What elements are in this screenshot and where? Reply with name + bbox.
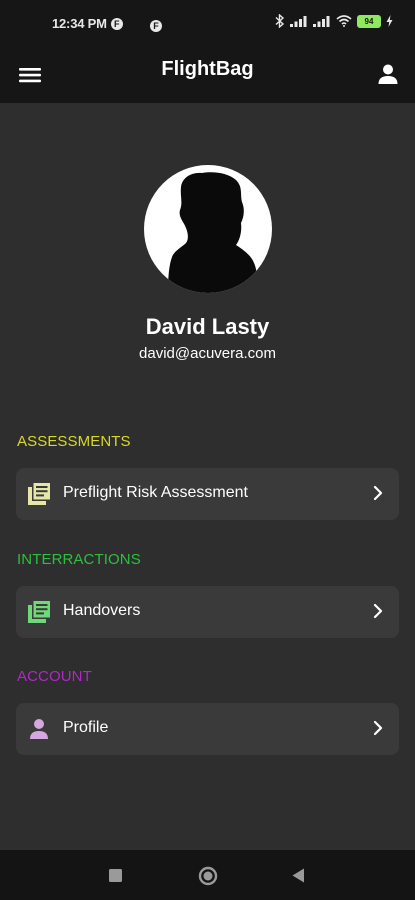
user-email: david@acuvera.com [139, 345, 276, 362]
chevron-right-icon [373, 603, 383, 619]
avatar [144, 165, 272, 293]
status-bar: 12:34 PM F F 94 [0, 0, 415, 48]
account-button[interactable] [375, 61, 401, 87]
status-mid: F [150, 16, 162, 34]
chevron-right-icon [373, 720, 383, 736]
battery-icon: 94 [357, 14, 381, 28]
recents-square-icon[interactable] [109, 869, 122, 882]
status-left: 12:34 PM F [52, 16, 123, 31]
person-icon [30, 719, 48, 739]
signal-icon [313, 16, 330, 27]
system-nav-bar [0, 850, 415, 900]
section-title-assessments: ASSESSMENTS [17, 433, 131, 450]
app-title: FlightBag [161, 58, 254, 80]
menu-item-label: Preflight Risk Assessment [63, 484, 248, 501]
section-title-account: ACCOUNT [17, 668, 92, 685]
home-circle-icon[interactable] [198, 866, 218, 886]
document-list-icon [28, 483, 50, 505]
person-silhouette-icon [168, 172, 258, 293]
f-circle-icon: F [150, 20, 162, 32]
user-name: David Lasty [145, 314, 270, 339]
menu-item-label: Profile [63, 719, 109, 736]
status-time: 12:34 PM [52, 16, 107, 31]
bluetooth-icon [275, 14, 285, 28]
menu-item-profile[interactable]: Profile [16, 703, 399, 755]
menu-item-label: Handovers [63, 602, 141, 619]
status-right: 94 [275, 14, 393, 28]
document-list-icon [28, 601, 50, 623]
wifi-icon [336, 15, 352, 27]
signal-icon [290, 16, 307, 27]
menu-item-handovers[interactable]: Handovers [16, 586, 399, 638]
section-title-interractions: INTERRACTIONS [17, 551, 141, 568]
charging-icon [386, 15, 393, 27]
person-icon [378, 64, 398, 84]
menu-item-preflight-risk-assessment[interactable]: Preflight Risk Assessment [16, 468, 399, 520]
app-bar: FlightBag [0, 48, 415, 103]
chevron-right-icon [373, 485, 383, 501]
f-circle-icon: F [110, 17, 123, 30]
back-triangle-icon[interactable] [292, 868, 305, 883]
